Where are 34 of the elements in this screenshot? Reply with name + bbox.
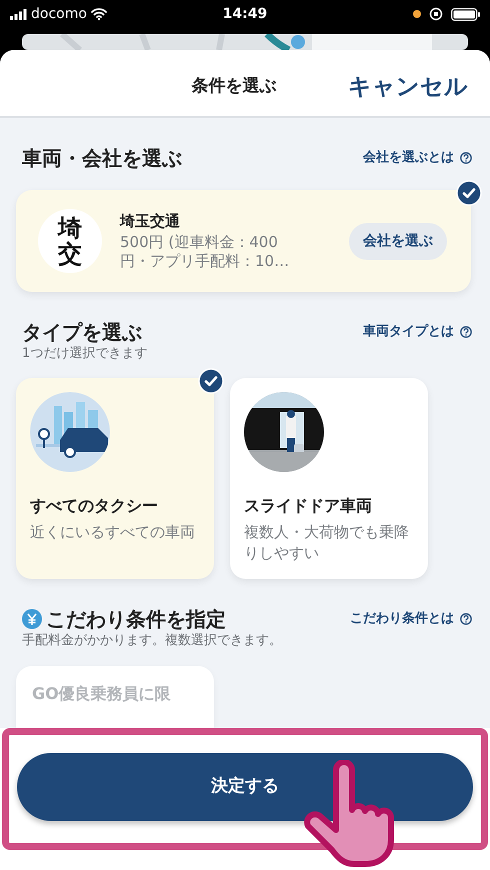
company-fare: 500円 (迎車料金：400円・アプリ手配料：10… [120, 232, 290, 272]
help-link[interactable]: こだわり条件とは [350, 608, 472, 628]
choose-company-button[interactable]: 会社を選ぶ [349, 222, 447, 260]
company-logo: 埼交 [38, 209, 102, 273]
type-title: スライドドア車両 [244, 494, 373, 516]
hand-icon [304, 760, 394, 867]
cancel-button[interactable]: キャンセル [348, 70, 468, 104]
help-icon [460, 612, 472, 624]
recording-dot-icon [413, 10, 421, 18]
option-title: GO優良乗務員に限 [32, 683, 172, 705]
signal-icon [10, 8, 27, 20]
section-title: 車両・会社を選ぶ [22, 146, 182, 170]
rotation-lock-icon [429, 7, 443, 21]
battery-icon [451, 8, 480, 20]
help-icon [460, 152, 472, 164]
vehicle-type-card[interactable]: すべてのタクシー 近くにいるすべての車両 [16, 378, 214, 578]
vehicle-type-card[interactable]: スライドドア車両 複数人・大荷物でも乗降りしやすい [230, 378, 428, 578]
status-time: 14:49 [222, 4, 268, 24]
help-link[interactable]: 車両タイプとは [363, 322, 472, 342]
type-title: すべてのタクシー [30, 494, 159, 516]
sheet-title: 条件を選ぶ [192, 75, 276, 98]
carrier-name: docomo [31, 4, 87, 24]
confirm-button[interactable]: 決定する [17, 753, 473, 821]
help-link[interactable]: 会社を選ぶとは [363, 148, 472, 168]
wifi-icon [90, 7, 107, 21]
help-icon [460, 326, 472, 338]
section-title: タイプを選ぶ [22, 320, 142, 344]
company-card[interactable]: 埼交 埼玉交通 500円 (迎車料金：400円・アプリ手配料：10… 会社を選ぶ [16, 190, 471, 292]
company-name: 埼玉交通 [120, 211, 181, 232]
type-description: 近くにいるすべての車両 [30, 522, 196, 542]
type-description: 複数人・大荷物でも乗降りしやすい [244, 522, 410, 564]
section-subtitle: 手配料金がかかります。複数選択できます。 [21, 632, 283, 650]
section-title: こだわり条件を指定 [46, 606, 226, 630]
section-subtitle: 1つだけ選択できます [21, 345, 148, 363]
